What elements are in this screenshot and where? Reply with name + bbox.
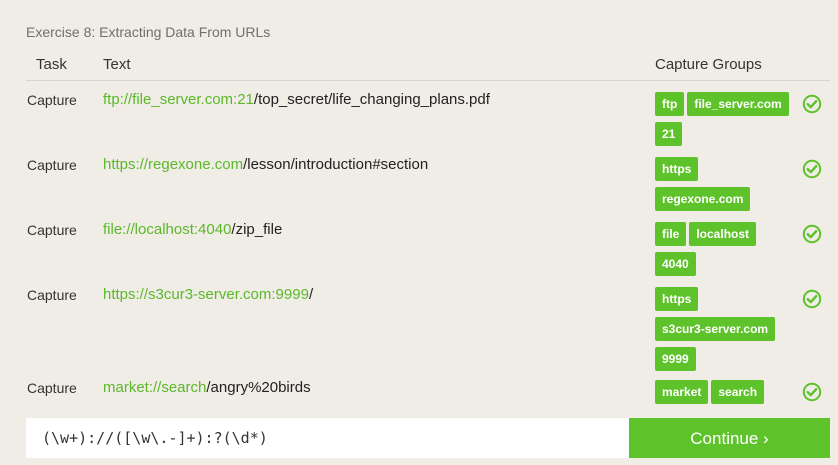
check-circle-icon: [802, 224, 822, 244]
capture-group-tag: localhost: [689, 222, 757, 246]
capture-group-tag: search: [711, 380, 765, 404]
header-task: Task: [36, 56, 67, 73]
regex-input[interactable]: [26, 418, 629, 458]
capture-group-tag: 9999: [655, 347, 696, 371]
capture-group-tag: file_server.com: [687, 92, 789, 116]
unmatched-text: /lesson/introduction#section: [243, 156, 429, 173]
row-text: https://s3cur3-server.com:9999/: [103, 286, 313, 303]
capture-group-tag: 21: [655, 122, 683, 146]
capture-groups: https s3cur3-server.com 9999: [655, 287, 795, 377]
capture-group-tag: file: [655, 222, 687, 246]
task-label: Capture: [27, 222, 77, 238]
capture-group-tag: regexone.com: [655, 187, 751, 211]
unmatched-text: /angry%20birds: [206, 379, 311, 396]
capture-group-tag: market: [655, 380, 709, 404]
capture-groups: https regexone.com: [655, 157, 795, 217]
task-label: Capture: [27, 287, 77, 303]
header-text: Text: [103, 56, 131, 73]
check-circle-icon: [802, 382, 822, 402]
matched-text: file://localhost:4040: [103, 221, 232, 238]
capture-groups: ftp file_server.com 21: [655, 92, 795, 152]
row-text: market://search/angry%20birds: [103, 379, 311, 396]
exercise-title: Exercise 8: Extracting Data From URLs: [26, 24, 271, 40]
check-circle-icon: [802, 159, 822, 179]
header-capture-groups: Capture Groups: [655, 56, 762, 73]
unmatched-text: /zip_file: [231, 221, 283, 238]
row-text: https://regexone.com/lesson/introduction…: [103, 156, 428, 173]
capture-group-tag: https: [655, 157, 699, 181]
capture-groups: file localhost 4040: [655, 222, 795, 282]
task-label: Capture: [27, 380, 77, 396]
row-text: ftp://file_server.com:21/top_secret/life…: [103, 91, 490, 108]
check-circle-icon: [802, 289, 822, 309]
row-text: file://localhost:4040/zip_file: [103, 221, 282, 238]
check-circle-icon: [802, 94, 822, 114]
unmatched-text: /: [308, 286, 314, 303]
capture-group-tag: https: [655, 287, 699, 311]
table-header: Task Text Capture Groups: [26, 54, 830, 81]
task-label: Capture: [27, 157, 77, 173]
capture-group-tag: s3cur3-server.com: [655, 317, 776, 341]
capture-groups: market search: [655, 380, 795, 410]
matched-text: https://regexone.com: [103, 156, 244, 173]
exercise-panel: Exercise 8: Extracting Data From URLs Ta…: [26, 0, 838, 465]
capture-group-tag: 4040: [655, 252, 696, 276]
regex-input-bar: Continue ›: [26, 418, 830, 458]
task-label: Capture: [27, 92, 77, 108]
continue-button[interactable]: Continue ›: [629, 418, 830, 458]
matched-text: https://s3cur3-server.com:9999: [103, 286, 309, 303]
unmatched-text: /top_secret/life_changing_plans.pdf: [253, 91, 490, 108]
capture-group-tag: ftp: [655, 92, 685, 116]
matched-text: ftp://file_server.com:21: [103, 91, 254, 108]
matched-text: market://search: [103, 379, 207, 396]
